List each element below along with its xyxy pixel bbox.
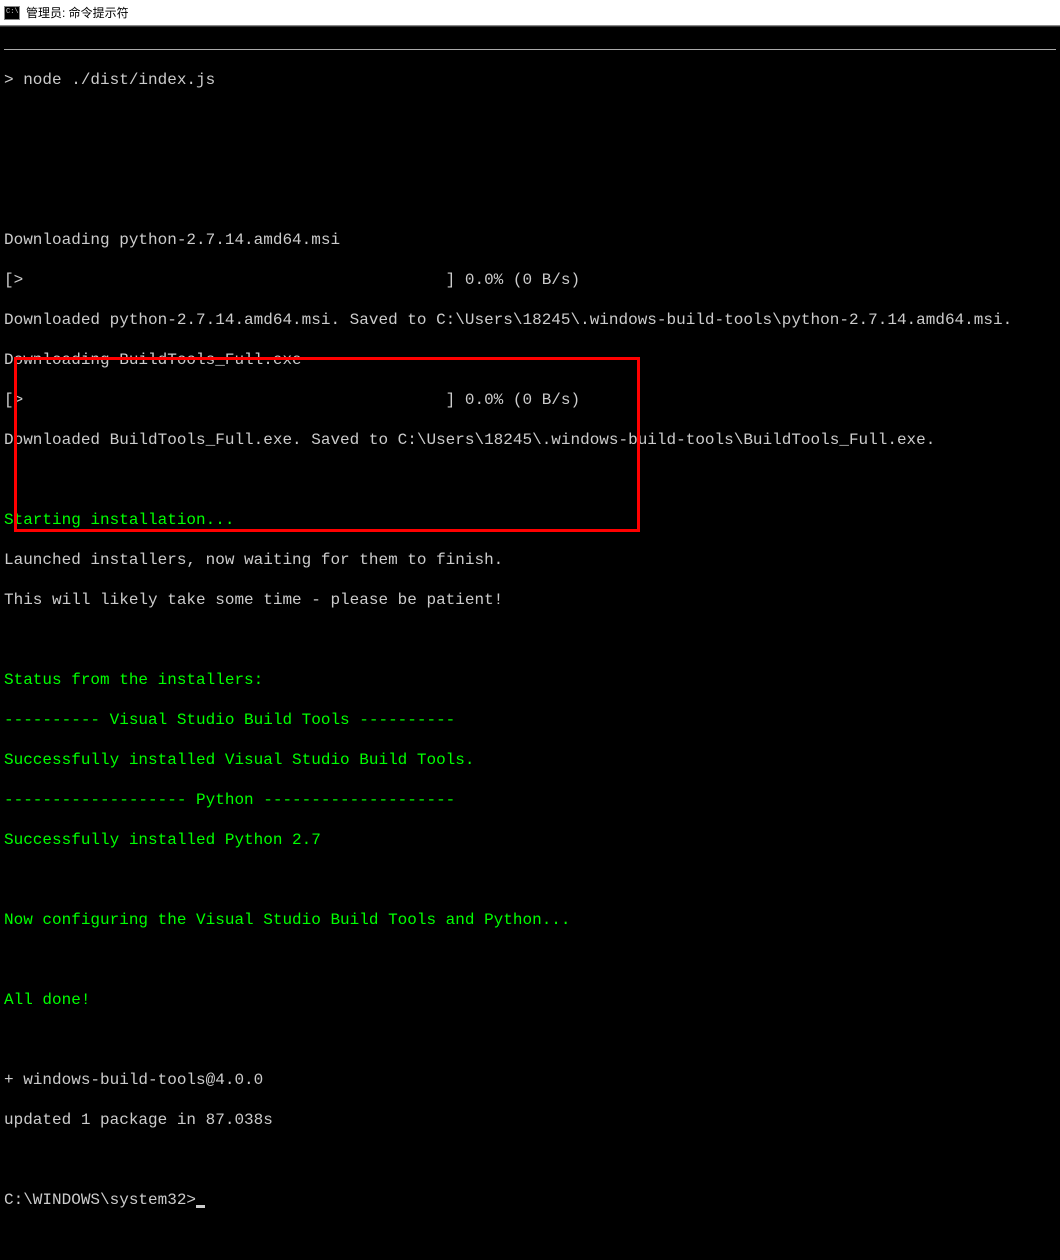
status-header: Status from the installers:	[4, 670, 1056, 690]
download-line: Downloading BuildTools_Full.exe	[4, 350, 1056, 370]
blank-line	[4, 870, 1056, 890]
python-success: Successfully installed Python 2.7	[4, 830, 1056, 850]
window-title: 管理员: 命令提示符	[26, 4, 129, 21]
vs-success: Successfully installed Visual Studio Bui…	[4, 750, 1056, 770]
blank-line	[4, 630, 1056, 650]
cmd-icon	[4, 6, 20, 20]
starting-line: Starting installation...	[4, 510, 1056, 530]
progress-line: [> ] 0.0% (0 B/s)	[4, 390, 1056, 410]
python-separator: ------------------- Python -------------…	[4, 790, 1056, 810]
downloaded-line: Downloaded BuildTools_Full.exe. Saved to…	[4, 430, 1056, 450]
download-line: Downloading python-2.7.14.amd64.msi	[4, 230, 1056, 250]
blank-line	[4, 950, 1056, 970]
command-line: > node ./dist/index.js	[4, 70, 1056, 90]
blank-line	[4, 470, 1056, 490]
prompt-text: C:\WINDOWS\system32>	[4, 1191, 196, 1209]
window-titlebar[interactable]: 管理员: 命令提示符	[0, 0, 1060, 26]
final-prompt[interactable]: C:\WINDOWS\system32>	[4, 1190, 1056, 1210]
blank-line	[4, 150, 1056, 170]
separator	[4, 49, 1056, 50]
downloaded-line: Downloaded python-2.7.14.amd64.msi. Save…	[4, 310, 1056, 330]
blank-line	[4, 1150, 1056, 1170]
cursor	[196, 1205, 205, 1208]
all-done-line: All done!	[4, 990, 1056, 1010]
package-added: + windows-build-tools@4.0.0	[4, 1070, 1056, 1090]
vs-separator: ---------- Visual Studio Build Tools ---…	[4, 710, 1056, 730]
configuring-line: Now configuring the Visual Studio Build …	[4, 910, 1056, 930]
progress-line: [> ] 0.0% (0 B/s)	[4, 270, 1056, 290]
updated-line: updated 1 package in 87.038s	[4, 1110, 1056, 1130]
blank-line	[4, 110, 1056, 130]
terminal-output[interactable]: > node ./dist/index.js Downloading pytho…	[0, 26, 1060, 630]
patience-line: This will likely take some time - please…	[4, 590, 1056, 610]
blank-line	[4, 190, 1056, 210]
blank-line	[4, 1030, 1056, 1050]
launched-line: Launched installers, now waiting for the…	[4, 550, 1056, 570]
